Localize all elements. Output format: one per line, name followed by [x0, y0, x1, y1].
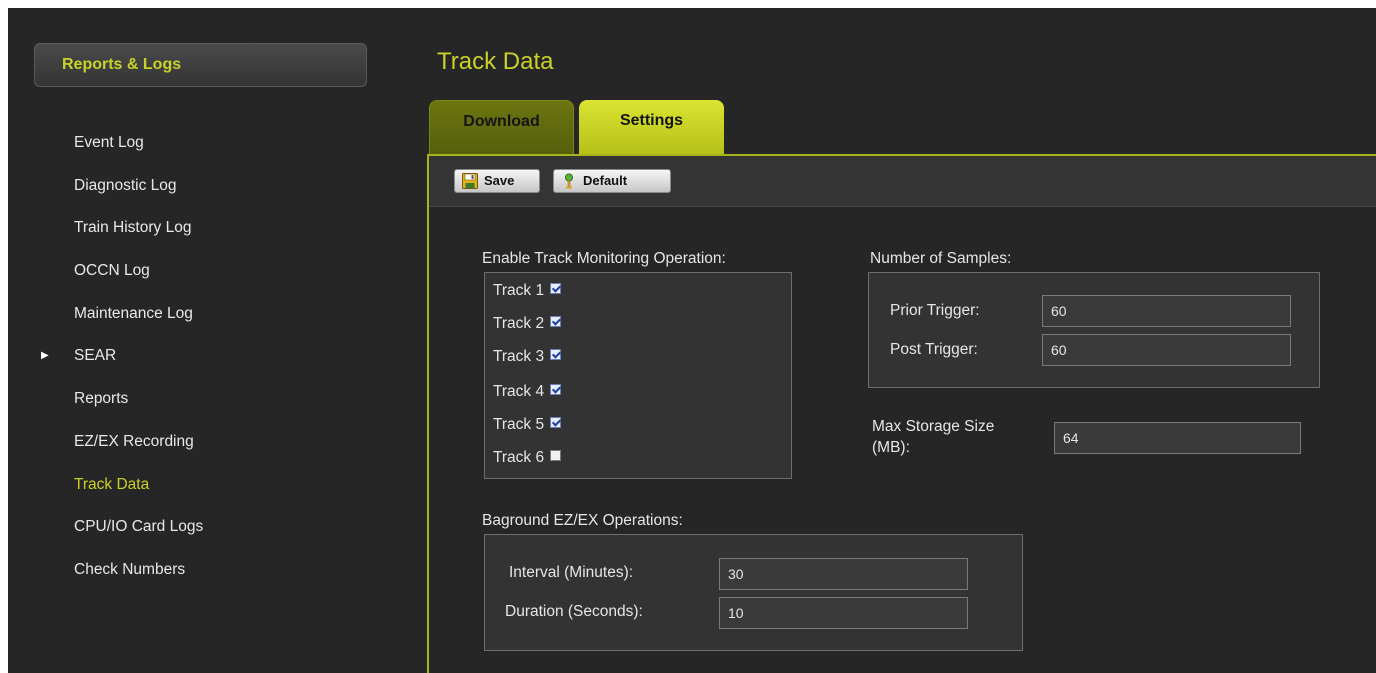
track-row-2: Track 2	[493, 312, 562, 336]
settings-panel: Save Default Enable Track Monitoring Ope…	[427, 154, 1376, 673]
sidebar-item-check-numbers[interactable]: Check Numbers	[8, 549, 408, 592]
sidebar-item-ez-ex-recording[interactable]: EZ/EX Recording	[8, 421, 408, 464]
sidebar-item-event-log[interactable]: Event Log	[8, 122, 408, 165]
save-label: Save	[484, 173, 515, 188]
sidebar-item-label: Diagnostic Log	[74, 176, 177, 194]
track-2-checkbox[interactable]	[550, 316, 562, 328]
sidebar-item-label: EZ/EX Recording	[74, 432, 194, 450]
background-ops-group: Interval (Minutes): 30 Duration (Seconds…	[484, 534, 1023, 651]
interval-label: Interval (Minutes):	[509, 564, 634, 581]
track-label: Track 1	[493, 282, 545, 299]
track-3-checkbox[interactable]	[550, 349, 562, 361]
sidebar-item-diagnostic-log[interactable]: Diagnostic Log	[8, 165, 408, 208]
sidebar-item-label: OCCN Log	[74, 262, 150, 280]
sidebar-item-track-data[interactable]: Track Data	[8, 464, 408, 507]
max-storage-label-line1: Max Storage Size	[872, 418, 995, 435]
post-trigger-label: Post Trigger:	[890, 341, 978, 358]
sidebar-item-train-history-log[interactable]: Train History Log	[8, 207, 408, 250]
track-6-checkbox[interactable]	[550, 450, 562, 462]
background-ops-label: Baground EZ/EX Operations:	[482, 512, 683, 529]
sidebar-menu: Event Log Diagnostic Log Train History L…	[8, 122, 408, 592]
default-label: Default	[583, 173, 628, 188]
samples-group: Prior Trigger: 60 Post Trigger: 60	[868, 272, 1320, 388]
track-label: Track 3	[493, 348, 545, 365]
track-row-5: Track 5	[493, 413, 562, 437]
sidebar-item-label: Check Numbers	[74, 560, 186, 578]
interval-input[interactable]: 30	[719, 558, 968, 590]
sidebar-item-label: Maintenance Log	[74, 304, 193, 322]
tab-download[interactable]: Download	[429, 100, 574, 155]
track-row-3: Track 3	[493, 345, 562, 369]
track-row-6: Track 6	[493, 446, 562, 470]
sidebar-item-sear[interactable]: ▶ SEAR	[8, 335, 408, 378]
track-label: Track 6	[493, 449, 545, 466]
sidebar-item-label: Train History Log	[74, 219, 192, 237]
sidebar-item-maintenance-log[interactable]: Maintenance Log	[8, 293, 408, 336]
sidebar-item-label: CPU/IO Card Logs	[74, 518, 204, 536]
prior-trigger-input[interactable]: 60	[1042, 295, 1291, 327]
green-pin-icon	[565, 173, 573, 189]
expand-arrow-icon[interactable]: ▶	[41, 335, 49, 378]
track-row-1: Track 1	[493, 279, 562, 303]
track-label: Track 2	[493, 315, 545, 332]
max-storage-input[interactable]: 64	[1054, 422, 1301, 454]
sidebar-item-cpu-io-card-logs[interactable]: CPU/IO Card Logs	[8, 506, 408, 549]
track-label: Track 5	[493, 416, 545, 433]
track-4-checkbox[interactable]	[550, 384, 562, 396]
post-trigger-input[interactable]: 60	[1042, 334, 1291, 366]
sidebar-item-label: Track Data	[74, 475, 150, 493]
track-monitoring-label: Enable Track Monitoring Operation:	[482, 250, 726, 267]
prior-trigger-label: Prior Trigger:	[890, 302, 980, 319]
sidebar-item-label: Event Log	[74, 134, 144, 151]
app-window: Reports & Logs Event Log Diagnostic Log …	[8, 8, 1376, 673]
sidebar-item-label: Reports	[74, 390, 129, 408]
sidebar-item-occn-log[interactable]: OCCN Log	[8, 250, 408, 293]
tab-settings[interactable]: Settings	[579, 100, 724, 155]
toolbar: Save Default	[429, 156, 1376, 207]
track-1-checkbox[interactable]	[550, 283, 562, 295]
track-5-checkbox[interactable]	[550, 417, 562, 429]
track-row-4: Track 4	[493, 380, 562, 404]
save-button[interactable]: Save	[454, 169, 540, 193]
page-title: Track Data	[437, 48, 554, 75]
track-monitoring-group: Track 1 Track 2 Track 3 Track 4 Track 5 …	[484, 272, 792, 479]
samples-label: Number of Samples:	[870, 250, 1012, 267]
sidebar-header: Reports & Logs	[34, 43, 367, 87]
duration-input[interactable]: 10	[719, 597, 968, 629]
floppy-disk-icon	[462, 173, 478, 189]
sidebar-item-label: SEAR	[74, 347, 117, 365]
duration-label: Duration (Seconds):	[505, 603, 643, 620]
track-label: Track 4	[493, 383, 545, 400]
max-storage-label-line2: (MB):	[872, 439, 910, 456]
sidebar-item-reports[interactable]: Reports	[8, 378, 408, 421]
default-button[interactable]: Default	[553, 169, 671, 193]
